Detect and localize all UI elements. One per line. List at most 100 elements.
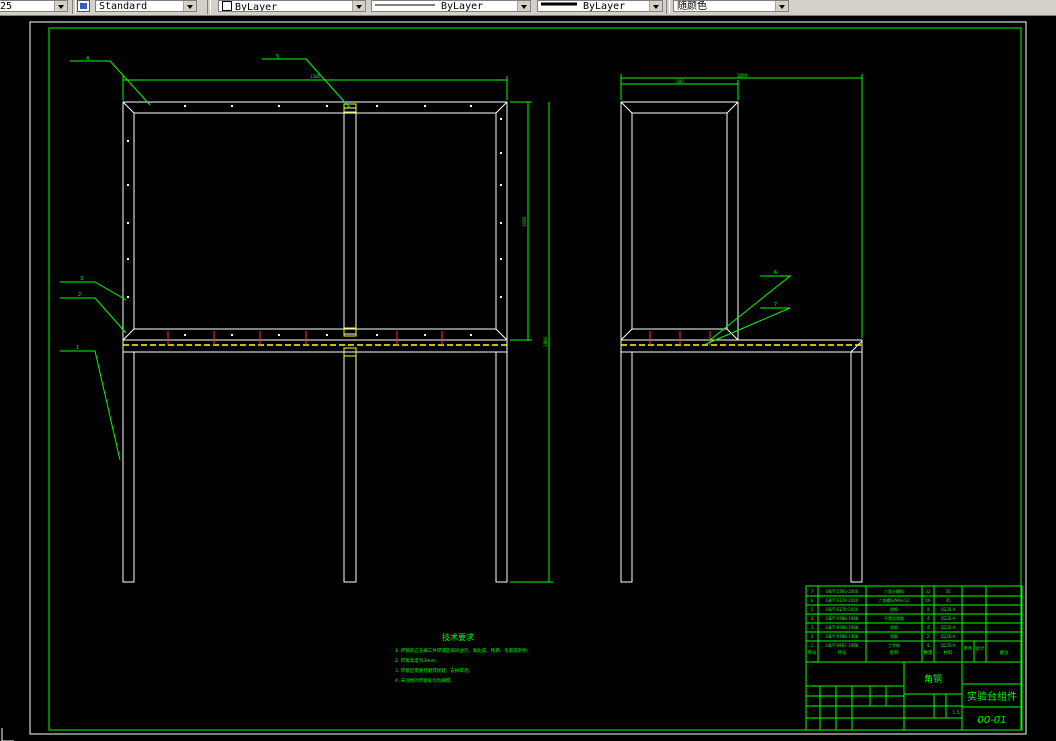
bom-cell-material: Q235-A: [941, 625, 956, 630]
callout-7: 7: [774, 302, 777, 308]
bom-cell-no: 4: [811, 616, 814, 621]
toolbar-separator: [72, 0, 76, 14]
dimstyle-icon[interactable]: [77, 0, 90, 12]
tech-note-line: 2. 焊角高度为3mm；: [395, 657, 439, 664]
chevron-down-icon[interactable]: [517, 1, 530, 11]
bom-cell-qty: 4: [927, 616, 930, 621]
bom-cell-no: 7: [811, 589, 814, 594]
ucs-icon: [1, 728, 14, 741]
bom-cell-code: GB/T 9788-1988: [826, 616, 859, 621]
textstyle-value: 25: [0, 1, 13, 12]
plotstyle-value: 随颜色: [677, 1, 707, 12]
bom-cell-code: GB/T 9787-1988: [826, 643, 859, 648]
dimstyle-combo[interactable]: Standard: [95, 0, 197, 12]
dim-front-panel: 1000: [522, 216, 527, 227]
bom-cell-code: GB/T 9788-1988: [826, 625, 859, 630]
chevron-down-icon[interactable]: [352, 1, 365, 11]
bom-cell-qty: 4: [927, 643, 930, 648]
title-material: 角钢: [924, 673, 942, 685]
bom-header-name: 名称: [890, 649, 899, 656]
bom-cell-material: Q235-A: [941, 643, 956, 648]
color-swatch-icon: [222, 1, 232, 11]
side-top-beam: [620, 339, 863, 353]
bom-header-no: 序号: [808, 649, 817, 656]
bom-cell-name: 六角头螺栓: [884, 588, 904, 594]
bom-cell-no: 3: [811, 625, 814, 630]
bom-cell-name: 六角螺母M8×12: [879, 597, 910, 603]
bom-cell-no: 2: [811, 634, 814, 639]
sheet-inner-border: [48, 27, 1022, 731]
bom-header-qty: 数量: [924, 649, 933, 656]
table-top-beam: [122, 339, 508, 353]
dim-side-width: 1000: [737, 73, 748, 78]
upper-frame-inner: [133, 112, 497, 330]
bom-cell-no: 1: [811, 643, 814, 648]
dimstyle-value: Standard: [99, 1, 148, 12]
bom-cell-name: 不等边角钢: [884, 615, 904, 621]
left-leg: [122, 351, 135, 583]
side-front-leg: [620, 351, 633, 583]
title-drawing-no: 00-01: [977, 715, 1006, 726]
bom-cell-qty: 32: [925, 589, 931, 594]
lineweight-preview-icon: [541, 2, 577, 6]
lineweight-combo[interactable]: ByLayer: [537, 0, 663, 12]
linetype-combo[interactable]: ByLayer: [371, 0, 531, 12]
linetype-preview-icon: [375, 4, 435, 6]
bom-cell-code: GB/T 9788-1988: [826, 634, 859, 639]
bom-header-code: 代号: [838, 649, 847, 656]
bolt-holes: [127, 105, 502, 336]
front-leaders: [60, 58, 351, 461]
table-row: 6 GB/T 6170-2000 六角螺母M8×12 16 35: [811, 597, 951, 603]
bom-cell-no: 5: [811, 607, 814, 612]
bom-cell-qty: 2: [927, 634, 930, 639]
dim-front-height: 1800: [543, 336, 548, 347]
bom-header-material: 材料: [944, 649, 953, 656]
callout-1: 1: [76, 345, 79, 351]
toolbar-separator: [666, 0, 670, 14]
bom-header-remark: 备注: [1000, 649, 1009, 656]
right-leg: [495, 351, 508, 583]
bom-cell-code: GB/T 5783-2000: [826, 589, 859, 594]
chevron-down-icon[interactable]: [183, 1, 196, 11]
textstyle-combo[interactable]: 25: [0, 0, 68, 12]
chevron-down-icon[interactable]: [54, 1, 67, 11]
table-row: 7 GB/T 5783-2000 六角头螺栓 32 35: [811, 588, 951, 594]
side-bolt-markers: [649, 331, 711, 345]
callout-4: 4: [86, 56, 89, 62]
bom-cell-name: 角钢: [890, 624, 898, 630]
callout-3: 3: [80, 276, 83, 282]
title-scale: 1:5: [952, 710, 959, 716]
bom-cell-name: 工字钢: [888, 642, 900, 648]
chevron-down-icon[interactable]: [775, 1, 788, 11]
tech-note-line: 1. 焊接前应去掉工件焊缝区域的油污、氧化皮、铁锈、毛刺等杂物；: [395, 647, 531, 654]
side-upper-inner: [631, 112, 728, 330]
bom-cell-material: 35: [945, 589, 951, 594]
properties-toolbar: 25 Standard ByLayer ByLayer ByLayer 随颜色: [0, 0, 1056, 16]
linetype-value: ByLayer: [441, 1, 484, 12]
title-part-name: 实验台组件: [967, 690, 1017, 703]
bom-header-total: 总计: [976, 645, 985, 652]
side-dimensions: [620, 74, 863, 345]
tech-note-line: 4. 未注明的焊接处均为满焊。: [395, 677, 455, 684]
toolbar-separator: [207, 0, 211, 14]
bolt-markers: [167, 331, 443, 345]
tech-notes: 技术要求 1. 焊接前应去掉工件焊缝区域的油污、氧化皮、铁锈、毛刺等杂物； 2.…: [395, 632, 531, 684]
bom-cell-material: Q235-A: [941, 616, 956, 621]
bom-cell-qty: 4: [927, 625, 930, 630]
lineweight-value: ByLayer: [583, 1, 626, 12]
middle-post-upper: [343, 107, 357, 335]
bom-cell-material: Q235-A: [941, 634, 956, 639]
callout-6: 6: [774, 270, 777, 276]
bom-cell-code: GB/T 6170-2000: [826, 607, 859, 612]
bom-cell-qty: 16: [925, 598, 931, 603]
chevron-down-icon[interactable]: [649, 1, 662, 11]
dim-front-width: 1500: [310, 74, 321, 79]
drawing-canvas[interactable]: 1500 1000 1800 4 5 3 2 1 500 1000 6 7 技术…: [0, 15, 1056, 741]
side-upper-outer: [620, 101, 739, 341]
layer-color-combo[interactable]: ByLayer: [218, 0, 366, 12]
bom-cell-material: Q235-A: [941, 607, 956, 612]
bom-cell-name: 角钢: [890, 606, 898, 612]
plotstyle-combo[interactable]: 随颜色: [673, 0, 789, 12]
layer-color-value: ByLayer: [235, 2, 278, 12]
bom-cell-code: GB/T 6170-2000: [826, 598, 859, 603]
